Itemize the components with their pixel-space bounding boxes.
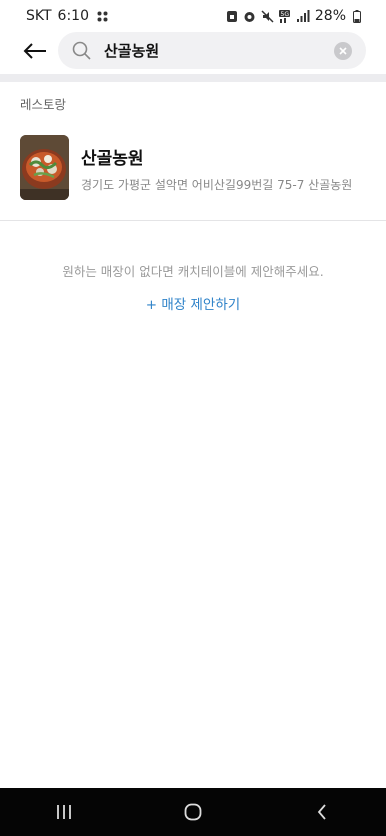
section-label: 레스토랑	[20, 97, 67, 112]
search-input[interactable]	[104, 41, 334, 60]
suggest-store-link[interactable]: + 매장 제안하기	[0, 293, 386, 313]
battery-icon	[350, 9, 364, 23]
home-button[interactable]	[163, 792, 223, 832]
clear-search-button[interactable]	[334, 41, 352, 60]
recent-apps-icon	[57, 805, 72, 819]
system-nav-bar	[0, 788, 386, 836]
chevron-left-icon	[317, 804, 326, 820]
restaurant-thumbnail	[20, 135, 69, 200]
signal-bars-icon	[297, 9, 311, 23]
empty-message: 원하는 매장이 없다면 캐치테이블에 제안해주세요.	[62, 264, 324, 279]
system-back-button[interactable]	[292, 792, 352, 832]
search-box[interactable]	[58, 32, 366, 69]
home-icon	[184, 803, 202, 821]
restaurant-address: 경기도 가평군 설악면 어비산길99번길 75-7 산골농원	[81, 178, 353, 192]
header-divider	[0, 74, 386, 82]
svg-text:5G: 5G	[280, 11, 289, 18]
recent-apps-button[interactable]	[34, 792, 94, 832]
carrier-label: SKT	[26, 8, 52, 24]
status-right: 5G 28%	[225, 8, 364, 24]
battery-percent: 28%	[314, 8, 346, 24]
lock-screen-icon	[225, 9, 239, 23]
search-header	[0, 32, 386, 72]
close-icon	[339, 46, 347, 55]
back-button[interactable]	[22, 40, 48, 62]
restaurant-name: 산골농원	[81, 149, 144, 169]
back-arrow-icon	[23, 43, 46, 59]
search-icon	[72, 41, 92, 61]
app-grid-icon	[95, 9, 109, 23]
status-left: SKT 6:10	[26, 8, 109, 24]
signal-5g-icon: 5G	[278, 9, 293, 23]
result-item[interactable]: 산골농원 경기도 가평군 설악면 어비산길99번길 75-7 산골농원	[0, 126, 386, 216]
mute-icon	[261, 9, 275, 23]
status-bar: SKT 6:10 5G 28%	[0, 0, 386, 32]
list-divider	[0, 220, 386, 221]
alarm-icon	[243, 9, 257, 23]
clock: 6:10	[57, 8, 89, 24]
